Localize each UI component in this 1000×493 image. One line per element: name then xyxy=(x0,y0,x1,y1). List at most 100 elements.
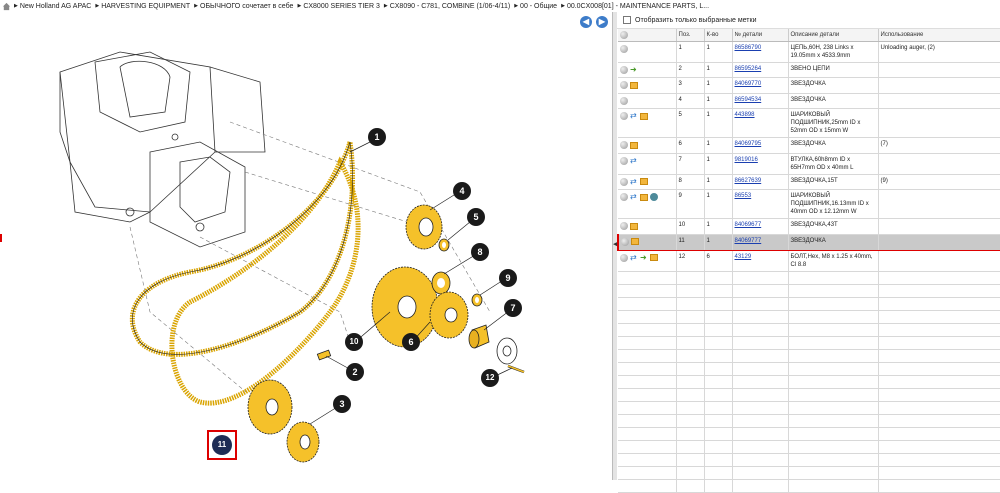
part-number-link[interactable]: 84069795 xyxy=(735,141,762,147)
callout-9[interactable]: 9 xyxy=(499,269,517,287)
col-part-number[interactable]: № детали xyxy=(732,29,789,42)
package-icon[interactable] xyxy=(630,222,638,230)
green-arrow-icon[interactable]: ➜ xyxy=(640,253,648,262)
callout-3[interactable]: 3 xyxy=(333,395,351,413)
table-row[interactable]: 10 1 84069677 ЗВЕЗДОЧКА,43T xyxy=(618,218,1000,235)
table-row[interactable]: ⇄ 7 1 9819016 ВТУЛКА,60h8mm ID x 65H7mm OD x… xyxy=(618,153,1000,175)
callout-10[interactable]: 10 xyxy=(345,333,363,351)
table-row[interactable]: 1 1 86586790 ЦЕПЬ,60H, 238 Links x 19.05mm … xyxy=(618,41,1000,63)
callout-4[interactable]: 4 xyxy=(453,182,471,200)
part-number-link[interactable]: 84069777 xyxy=(735,238,762,244)
table-row[interactable]: ⇄ 5 1 443898 ШАРИКОВЫЙ ПОДШИПНИК,25mm ID x 5… xyxy=(618,108,1000,139)
package-icon[interactable] xyxy=(650,254,658,262)
select-dot-icon[interactable] xyxy=(620,81,628,90)
gear-icon[interactable] xyxy=(650,193,658,202)
empty-cell xyxy=(788,323,879,337)
part-number-link[interactable]: 86595264 xyxy=(735,66,762,72)
row-position: 4 xyxy=(676,93,705,110)
table-row[interactable]: 11 1 84069777 ЗВЕЗДОЧКА xyxy=(617,233,1000,251)
part-number-link[interactable]: 84069770 xyxy=(735,81,762,87)
row-icons: ⇄ xyxy=(618,174,677,191)
table-row[interactable]: 6 1 84069795 ЗВЕЗДОЧКА (7) xyxy=(618,137,1000,154)
empty-cell xyxy=(704,284,733,298)
select-dot-icon[interactable] xyxy=(620,44,628,53)
part-number-link[interactable]: 86586790 xyxy=(735,45,762,51)
empty-cell xyxy=(676,466,705,480)
breadcrumb-item-series[interactable]: CX8000 SERIES TIER 3 xyxy=(297,3,380,10)
callout-8[interactable]: 8 xyxy=(471,243,489,261)
breadcrumb-item-diagram[interactable]: 00.0CX008[01] - MAINTENANCE PARTS, L... xyxy=(561,3,709,10)
empty-row xyxy=(618,388,1000,402)
row-quantity: 1 xyxy=(704,62,733,79)
empty-row xyxy=(618,427,1000,441)
home-icon[interactable] xyxy=(2,2,11,11)
col-pos[interactable]: Поз. xyxy=(676,29,705,42)
select-dot-icon[interactable] xyxy=(620,177,628,186)
package-icon[interactable] xyxy=(631,238,639,246)
select-dot-icon[interactable] xyxy=(620,141,628,150)
part-number-link[interactable]: 86553 xyxy=(735,193,752,199)
part-number-link[interactable]: 86627639 xyxy=(735,178,762,184)
table-row[interactable]: ⇄ ➜ 12 6 43129 БОЛТ,Hex, M8 x 1.25 x 40mm, Cl… xyxy=(618,250,1000,272)
row-usage xyxy=(878,62,1000,79)
select-dot-icon[interactable] xyxy=(620,112,628,121)
show-selected-label: Отобразить только выбранные метки xyxy=(635,16,757,24)
row-usage xyxy=(878,250,1000,272)
package-icon[interactable] xyxy=(640,193,648,201)
empty-cell xyxy=(618,479,677,493)
col-description[interactable]: Описание детали xyxy=(788,29,879,42)
select-dot-icon[interactable] xyxy=(620,65,628,74)
select-dot-icon[interactable] xyxy=(621,237,629,246)
breadcrumb-item-brand[interactable]: New Holland AG APAC xyxy=(14,3,91,10)
green-arrow-icon[interactable]: ➜ xyxy=(630,65,638,74)
part-number-link[interactable]: 43129 xyxy=(735,254,752,260)
part-number-link[interactable]: 9819016 xyxy=(735,157,758,163)
select-dot-icon[interactable] xyxy=(620,156,628,165)
table-row[interactable]: ⇄ 9 1 86553 ШАРИКОВЫЙ ПОДШИПНИК,16.13mm ID x… xyxy=(618,189,1000,220)
empty-cell xyxy=(676,414,705,428)
replacement-arrow-icon[interactable]: ⇄ xyxy=(630,177,638,186)
callout-12[interactable]: 12 xyxy=(481,369,499,387)
table-row[interactable]: ⇄ 8 1 86627639 ЗВЕЗДОЧКА,15T (9) xyxy=(618,174,1000,191)
breadcrumb-item-category[interactable]: HARVESTING EQUIPMENT xyxy=(95,3,190,10)
select-dot-icon[interactable] xyxy=(620,222,628,231)
row-position: 11 xyxy=(676,233,705,251)
empty-cell xyxy=(732,375,789,389)
callout-5[interactable]: 5 xyxy=(467,208,485,226)
breadcrumb-item-type[interactable]: ОБЫЧНОГО сочетает в себе xyxy=(194,3,293,10)
replacement-arrow-icon[interactable]: ⇄ xyxy=(630,253,638,262)
replacement-arrow-icon[interactable]: ⇄ xyxy=(630,193,638,201)
table-row[interactable]: ➜ 2 1 86595264 ЗВЕНО ЦЕПИ xyxy=(618,62,1000,79)
callout-7[interactable]: 7 xyxy=(504,299,522,317)
breadcrumb-item-model[interactable]: CX8090 - C781, COMBINE (1/06-4/11) xyxy=(384,3,510,10)
empty-cell xyxy=(704,440,733,454)
callout-2[interactable]: 2 xyxy=(346,363,364,381)
select-dot-icon[interactable] xyxy=(620,253,628,262)
part-number-link[interactable]: 84069677 xyxy=(735,222,762,228)
col-qty[interactable]: К-во xyxy=(704,29,733,42)
part-number-link[interactable]: 443898 xyxy=(735,112,755,118)
package-icon[interactable] xyxy=(640,112,648,120)
replacement-arrow-icon[interactable]: ⇄ xyxy=(630,156,638,165)
package-icon[interactable] xyxy=(630,81,638,89)
col-usage[interactable]: Использование xyxy=(878,29,1000,42)
part-number-link[interactable]: 86594534 xyxy=(735,97,762,103)
callout-1[interactable]: 1 xyxy=(368,128,386,146)
empty-cell xyxy=(618,271,677,285)
package-icon[interactable] xyxy=(640,178,648,186)
col-icons[interactable] xyxy=(618,29,677,42)
breadcrumb-item-section[interactable]: 00 - Общие xyxy=(514,3,557,10)
callout-6[interactable]: 6 xyxy=(402,333,420,351)
empty-cell xyxy=(618,453,677,467)
row-quantity: 1 xyxy=(704,189,733,220)
replacement-arrow-icon[interactable]: ⇄ xyxy=(630,112,638,120)
table-row[interactable]: 3 1 84069770 ЗВЕЗДОЧКА xyxy=(618,77,1000,94)
select-all-icon[interactable] xyxy=(620,30,628,39)
select-dot-icon[interactable] xyxy=(620,193,628,202)
empty-cell xyxy=(732,440,789,454)
package-icon[interactable] xyxy=(630,141,638,149)
show-selected-checkbox[interactable] xyxy=(623,16,631,24)
select-dot-icon[interactable] xyxy=(620,96,628,105)
empty-cell xyxy=(704,362,733,376)
table-row[interactable]: 4 1 86594534 ЗВЕЗДОЧКА xyxy=(618,93,1000,110)
